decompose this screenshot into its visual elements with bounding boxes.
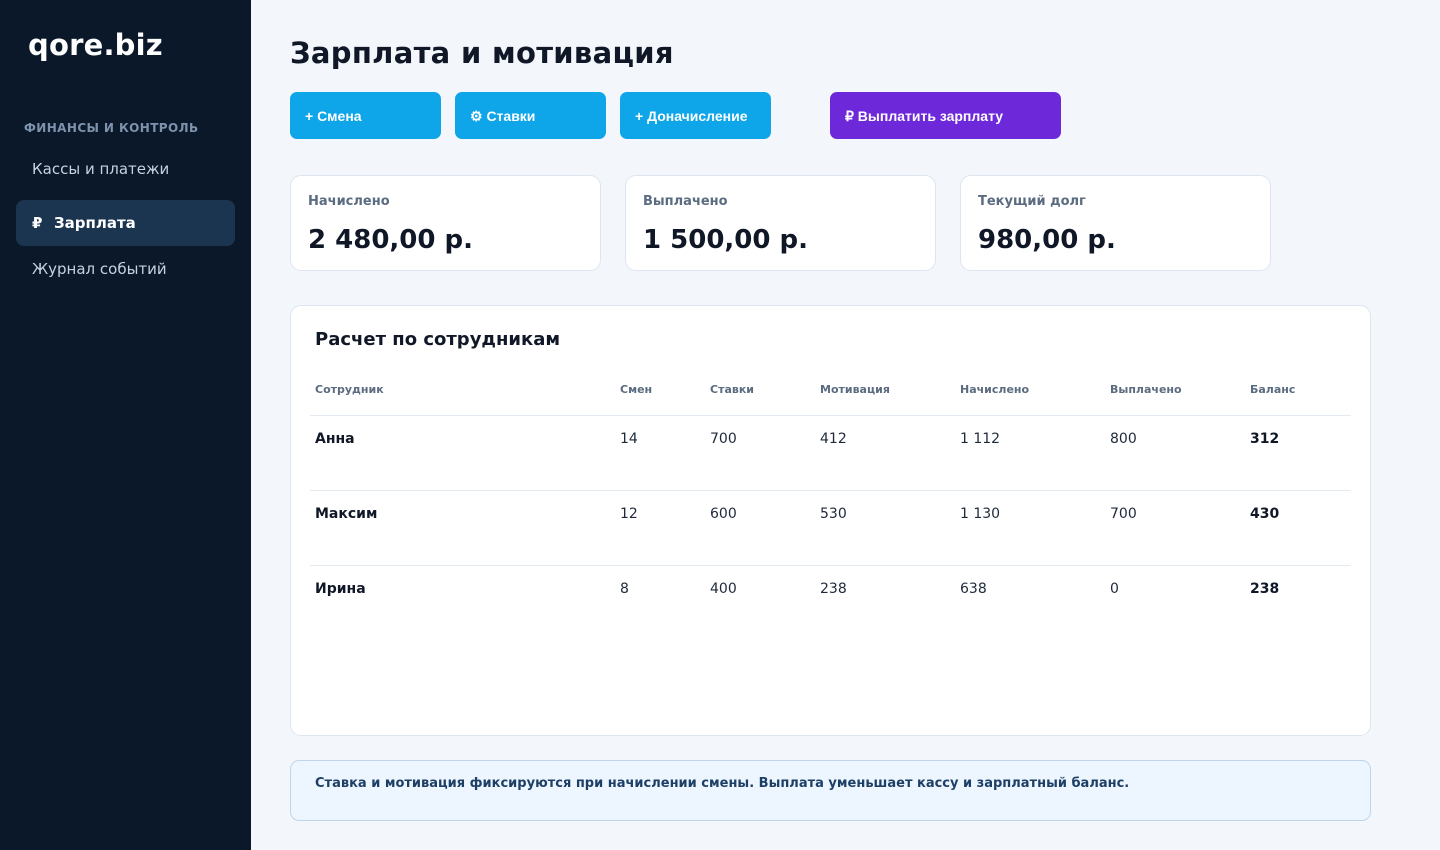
stat-value: 1 500,00 р.	[643, 225, 809, 255]
cell-motivation: 412	[820, 431, 847, 447]
employee-table-card: Расчет по сотрудникам Сотрудник Смен Ста…	[290, 305, 1371, 736]
rates-button[interactable]: ⚙ Ставки	[455, 92, 606, 139]
table-row[interactable]: Максим 12 600 530 1 130 700 430	[310, 490, 1351, 565]
column-header-motivation: Мотивация	[820, 383, 890, 396]
column-header-employee: Сотрудник	[315, 383, 384, 396]
table-title: Расчет по сотрудникам	[315, 329, 561, 350]
app-logo[interactable]: qore.biz	[28, 28, 163, 62]
page-title: Зарплата и мотивация	[290, 36, 674, 70]
cell-shifts: 12	[620, 506, 638, 522]
table-row[interactable]: Анна 14 700 412 1 112 800 312	[310, 415, 1351, 490]
cell-balance: 238	[1250, 581, 1280, 597]
column-header-rates: Ставки	[710, 383, 755, 396]
cell-employee: Максим	[315, 506, 378, 522]
cell-balance: 430	[1250, 506, 1280, 522]
cell-motivation: 530	[820, 506, 847, 522]
cell-rates: 600	[710, 506, 737, 522]
cell-rates: 400	[710, 581, 737, 597]
main-content: Зарплата и мотивация + Смена ⚙ Ставки + …	[251, 0, 1440, 850]
cell-paid: 700	[1110, 506, 1137, 522]
cell-accrued: 1 130	[960, 506, 1001, 522]
cell-paid: 800	[1110, 431, 1137, 447]
column-header-shifts: Смен	[620, 383, 653, 396]
cell-paid: 0	[1110, 581, 1119, 597]
cell-rates: 700	[710, 431, 737, 447]
stat-card-paid: Выплачено 1 500,00 р.	[625, 175, 936, 271]
sidebar: qore.biz ФИНАНСЫ И КОНТРОЛЬ Кассы и плат…	[0, 0, 251, 850]
sidebar-item-label: Журнал событий	[32, 260, 167, 278]
add-shift-button[interactable]: + Смена	[290, 92, 441, 139]
sidebar-item-cash[interactable]: Кассы и платежи	[16, 146, 235, 192]
info-note: Ставка и мотивация фиксируются при начис…	[290, 760, 1371, 821]
column-header-accrued: Начислено	[960, 383, 1030, 396]
cell-motivation: 238	[820, 581, 847, 597]
stat-label: Текущий долг	[978, 194, 1086, 209]
stat-label: Выплачено	[643, 194, 728, 209]
sidebar-item-event-log[interactable]: Журнал событий	[16, 246, 235, 292]
table-row[interactable]: Ирина 8 400 238 638 0 238	[310, 565, 1351, 640]
stat-value: 2 480,00 р.	[308, 225, 474, 255]
stat-card-debt: Текущий долг 980,00 р.	[960, 175, 1271, 271]
cell-accrued: 638	[960, 581, 987, 597]
sidebar-item-label: Кассы и платежи	[32, 160, 170, 178]
ruble-icon: ₽	[32, 214, 43, 232]
stat-label: Начислено	[308, 194, 390, 209]
column-header-paid: Выплачено	[1110, 383, 1182, 396]
stat-value: 980,00 р.	[978, 225, 1116, 255]
sidebar-item-label: Зарплата	[54, 214, 136, 232]
info-note-text: Ставка и мотивация фиксируются при начис…	[315, 776, 1130, 791]
cell-employee: Анна	[315, 431, 355, 447]
cell-balance: 312	[1250, 431, 1280, 447]
cell-accrued: 1 112	[960, 431, 1001, 447]
cell-shifts: 8	[620, 581, 629, 597]
cell-shifts: 14	[620, 431, 638, 447]
stat-card-accrued: Начислено 2 480,00 р.	[290, 175, 601, 271]
sidebar-section-label: ФИНАНСЫ И КОНТРОЛЬ	[24, 121, 199, 135]
cell-employee: Ирина	[315, 581, 366, 597]
pay-salary-button[interactable]: ₽ Выплатить зарплату	[830, 92, 1061, 139]
sidebar-item-salary[interactable]: ₽ Зарплата	[16, 200, 235, 246]
add-accrual-button[interactable]: + Доначисление	[620, 92, 771, 139]
column-header-balance: Баланс	[1250, 383, 1296, 396]
